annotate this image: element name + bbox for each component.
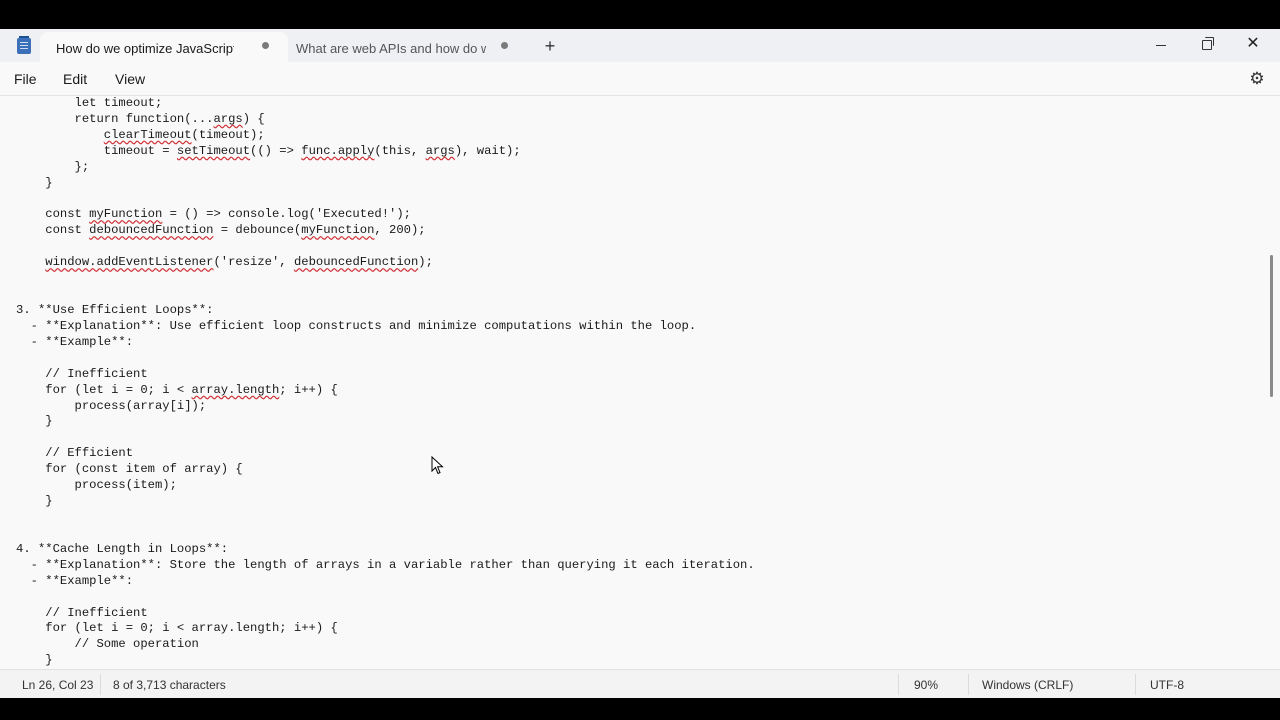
encoding[interactable]: UTF-8 bbox=[1150, 678, 1184, 692]
code-line: timeout = setTimeout(() => func.apply(th… bbox=[16, 143, 521, 158]
code-line: const debouncedFunction = debounce(myFun… bbox=[16, 223, 426, 238]
restore-icon bbox=[1202, 37, 1214, 51]
code-line: // Some operation bbox=[16, 637, 199, 652]
code-line: }; bbox=[16, 159, 90, 174]
status-bar: Ln 26, Col 23 8 of 3,713 characters 90% … bbox=[0, 669, 1280, 698]
code-line: for (let i = 0; i < array.length; i++) { bbox=[16, 621, 338, 636]
status-divider bbox=[100, 674, 101, 695]
code-line: for (let i = 0; i < array.length; i++) { bbox=[16, 382, 338, 397]
code-line: let timeout; bbox=[16, 96, 163, 110]
code-line: } bbox=[16, 494, 53, 509]
notepad-icon bbox=[17, 36, 31, 54]
code-line: process(array[i]); bbox=[16, 398, 207, 413]
character-count: 8 of 3,713 characters bbox=[113, 678, 226, 692]
restore-button[interactable] bbox=[1184, 29, 1230, 61]
menu-bar: File Edit View ⚙ bbox=[0, 62, 1280, 96]
title-bar: How do we optimize JavaScript per What a… bbox=[0, 29, 1280, 62]
minimize-button[interactable] bbox=[1138, 29, 1184, 61]
menu-edit[interactable]: Edit bbox=[63, 71, 87, 87]
status-divider bbox=[968, 674, 969, 695]
code-line: } bbox=[16, 175, 53, 190]
code-line: for (const item of array) { bbox=[16, 462, 243, 477]
minimize-icon bbox=[1156, 44, 1166, 46]
tab-title: What are web APIs and how do we u bbox=[296, 41, 486, 56]
code-line: } bbox=[16, 414, 53, 429]
unsaved-dot-icon[interactable] bbox=[501, 42, 508, 49]
notepad-window: How do we optimize JavaScript per What a… bbox=[0, 29, 1280, 698]
code-line: // Efficient bbox=[16, 446, 134, 461]
close-button[interactable]: ✕ bbox=[1230, 29, 1276, 61]
code-line: clearTimeout(timeout); bbox=[103, 127, 265, 142]
settings-gear-icon[interactable]: ⚙ bbox=[1248, 70, 1266, 88]
code-line: - **Explanation**: Store the length of a… bbox=[16, 557, 755, 572]
status-divider bbox=[898, 674, 899, 695]
status-divider bbox=[1135, 674, 1136, 695]
code-line: - **Example**: bbox=[16, 334, 134, 349]
document-text: let timeout; return function(...args) { … bbox=[16, 96, 755, 668]
text-editor[interactable]: let timeout; return function(...args) { … bbox=[0, 96, 1266, 668]
unsaved-dot-icon[interactable] bbox=[262, 42, 269, 49]
menu-file[interactable]: File bbox=[14, 71, 37, 87]
code-line: 4. **Cache Length in Loops**: bbox=[16, 541, 229, 556]
code-line: process(item); bbox=[16, 478, 177, 493]
menu-view[interactable]: View bbox=[115, 71, 145, 87]
code-line: window.addEventListener('resize', deboun… bbox=[45, 255, 433, 270]
code-line: - **Explanation**: Use efficient loop co… bbox=[16, 318, 697, 333]
tab-active[interactable]: How do we optimize JavaScript per bbox=[40, 32, 288, 62]
code-line: return function(...args) { bbox=[16, 111, 265, 126]
tab-inactive[interactable]: What are web APIs and how do we u bbox=[290, 32, 528, 62]
tab-title: How do we optimize JavaScript per bbox=[56, 41, 234, 56]
code-line: const myFunction = () => console.log('Ex… bbox=[16, 207, 411, 222]
code-line: 3. **Use Efficient Loops**: bbox=[16, 302, 214, 317]
scrollbar-thumb[interactable] bbox=[1270, 255, 1273, 397]
code-line: // Inefficient bbox=[16, 366, 148, 381]
zoom-level[interactable]: 90% bbox=[914, 678, 938, 692]
cursor-position: Ln 26, Col 23 bbox=[22, 678, 94, 692]
code-line: - **Example**: bbox=[16, 573, 134, 588]
code-line: } bbox=[16, 653, 53, 668]
vertical-scrollbar[interactable] bbox=[1266, 96, 1280, 668]
code-line: // Inefficient bbox=[16, 605, 148, 620]
line-ending[interactable]: Windows (CRLF) bbox=[982, 678, 1073, 692]
mouse-pointer-icon bbox=[431, 456, 444, 475]
new-tab-button[interactable]: + bbox=[540, 35, 560, 57]
